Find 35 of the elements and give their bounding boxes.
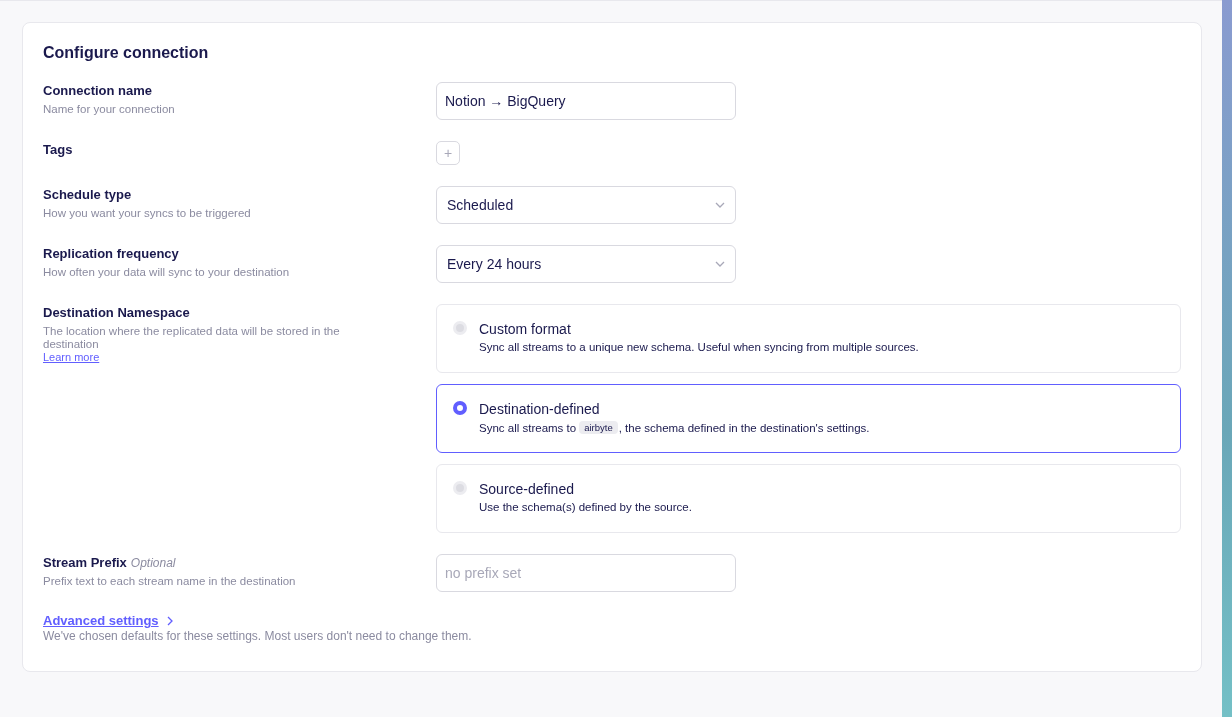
chevron-down-icon [715,202,725,208]
field-label: Connection name [43,83,153,99]
select-field[interactable]: Every 24 hours [436,245,736,283]
option-title: Source-defined [479,481,574,497]
optional-hint: Optional [130,556,176,570]
learn-more-link[interactable]: Learn more [43,351,100,364]
field-description: How often your data will sync to your destination [43,266,290,279]
field-label: Destination Namespace [43,305,190,321]
field-description: How you want your syncs to be triggered [43,207,251,220]
option-title: Destination-defined [479,401,600,417]
code-chip: airbyte [579,421,618,434]
radio-option-card[interactable]: Destination-defined Sync all streams to airbyte , the schema defined in the destination's settings. [436,384,1181,453]
radio-option-card[interactable]: Source-defined Use the schema(s) defined by the source. [436,464,1181,533]
option-description: Sync all streams to a unique new schema. Useful when syncing from multiple sources. [479,341,919,353]
field-label: Stream Prefix [43,555,127,571]
radio-option-card[interactable]: Custom format Sync all streams to a unique new schema. Useful when syncing from multiple sources. [436,304,1181,373]
field-label: Schedule type [43,187,132,203]
field-description: Prefix text to each stream name in the destination [43,575,296,588]
field-description: Name for your connection [43,103,175,116]
option-description: , the schema defined in the destination's settings. [618,421,870,434]
field-label: Replication frequency [43,246,179,262]
chevron-down-icon [715,261,725,267]
chevron-right-icon [166,615,173,626]
advanced-settings-link[interactable]: Advanced settings [43,613,159,628]
option-title: Custom format [479,321,571,337]
select-field[interactable]: Scheduled [436,186,736,224]
radio-button[interactable] [453,401,467,415]
option-description: Use the schema(s) defined by the source. [479,501,692,513]
advanced-note: We've chosen defaults for these settings. Most users don't need to change them. [43,629,472,643]
text-field[interactable]: no prefix set [436,554,736,592]
option-description: Sync all streams to [479,421,577,434]
field-label: Tags [43,142,73,158]
text-field[interactable]: Notion → BigQuery [436,82,736,120]
field-description: The location where the replicated data will be stored in the destination [43,325,341,351]
section-title: Configure connection [43,43,210,63]
